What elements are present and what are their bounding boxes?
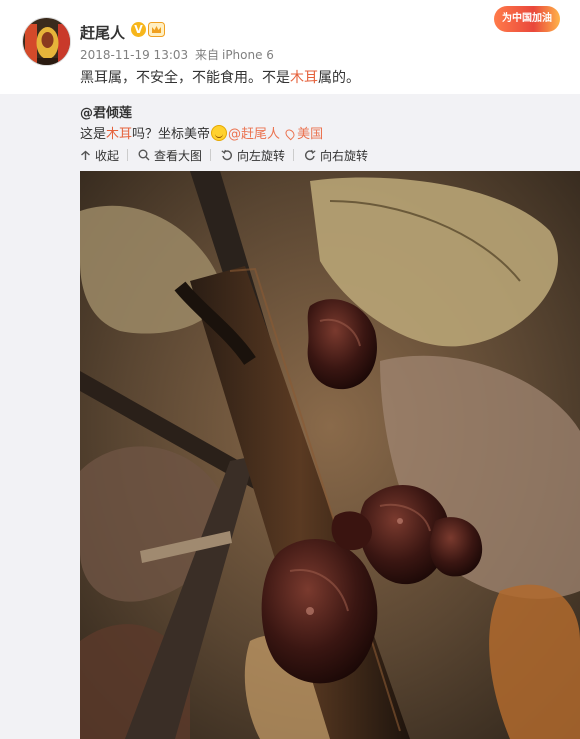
repost-text-part2: 吗？坐标美帝 [132, 127, 211, 142]
post-author[interactable]: 赶尾人 [80, 22, 125, 43]
repost-text-keyword[interactable]: 木耳 [106, 127, 132, 142]
rotate-right-label: 向右旋转 [320, 148, 369, 163]
rotate-left-icon [221, 149, 233, 161]
weibo-post: 赶尾人 V 2018-11-19 13:03 来自 iPhone 6 为中国加油 … [0, 0, 580, 739]
image-toolbar: 收起 查看大图 向左旋转 向右旋转 [80, 146, 380, 164]
post-source[interactable]: iPhone 6 [222, 48, 274, 62]
campaign-badge[interactable]: 为中国加油 [494, 6, 560, 32]
smile-emoji-icon [211, 125, 228, 141]
collapse-button[interactable]: 收起 [80, 146, 119, 164]
fungus-on-branch-image [80, 171, 580, 739]
repost-mention[interactable]: @赶尾人 [228, 127, 280, 142]
toolbar-divider [127, 149, 129, 161]
collapse-label: 收起 [95, 148, 120, 163]
magnifier-icon [138, 149, 150, 161]
view-large-button[interactable]: 查看大图 [138, 146, 202, 164]
rotate-right-icon [305, 149, 316, 161]
rotate-right-button[interactable]: 向右旋转 [304, 146, 368, 164]
post-source-prefix: 来自 [194, 48, 219, 62]
repost-location[interactable]: 美国 [297, 127, 323, 142]
toolbar-divider [210, 149, 212, 161]
vip-crown-icon [148, 22, 165, 37]
repost-text-part1: 这是 [80, 127, 107, 142]
collapse-icon [81, 150, 90, 160]
post-photo[interactable] [80, 171, 580, 739]
avatar[interactable] [22, 17, 71, 66]
rotate-left-label: 向左旋转 [237, 148, 286, 163]
location-pin-icon [283, 127, 297, 141]
toolbar-divider [293, 149, 295, 161]
post-text: 黑耳属，不安全，不能食用。不是木耳属的。 [80, 67, 360, 87]
post-text-part1: 黑耳属，不安全，不能食用。不是 [80, 70, 290, 86]
repost-author[interactable]: @君倾莲 [80, 102, 132, 121]
rotate-left-button[interactable]: 向左旋转 [221, 146, 285, 164]
post-timestamp[interactable]: 2018-11-19 13:03 [80, 48, 188, 62]
verified-badge-icon: V [131, 22, 146, 37]
post-text-keyword[interactable]: 木耳 [290, 70, 318, 86]
post-meta: 2018-11-19 13:03 来自 iPhone 6 [80, 46, 277, 63]
view-large-label: 查看大图 [154, 148, 203, 163]
repost-text: 这是木耳吗？坐标美帝 @赶尾人 美国 [80, 123, 323, 142]
post-text-part2: 属的。 [318, 70, 360, 86]
repost-block: @君倾莲 这是木耳吗？坐标美帝 @赶尾人 美国 收起 查看大图 向左旋转 向右旋… [0, 94, 580, 739]
